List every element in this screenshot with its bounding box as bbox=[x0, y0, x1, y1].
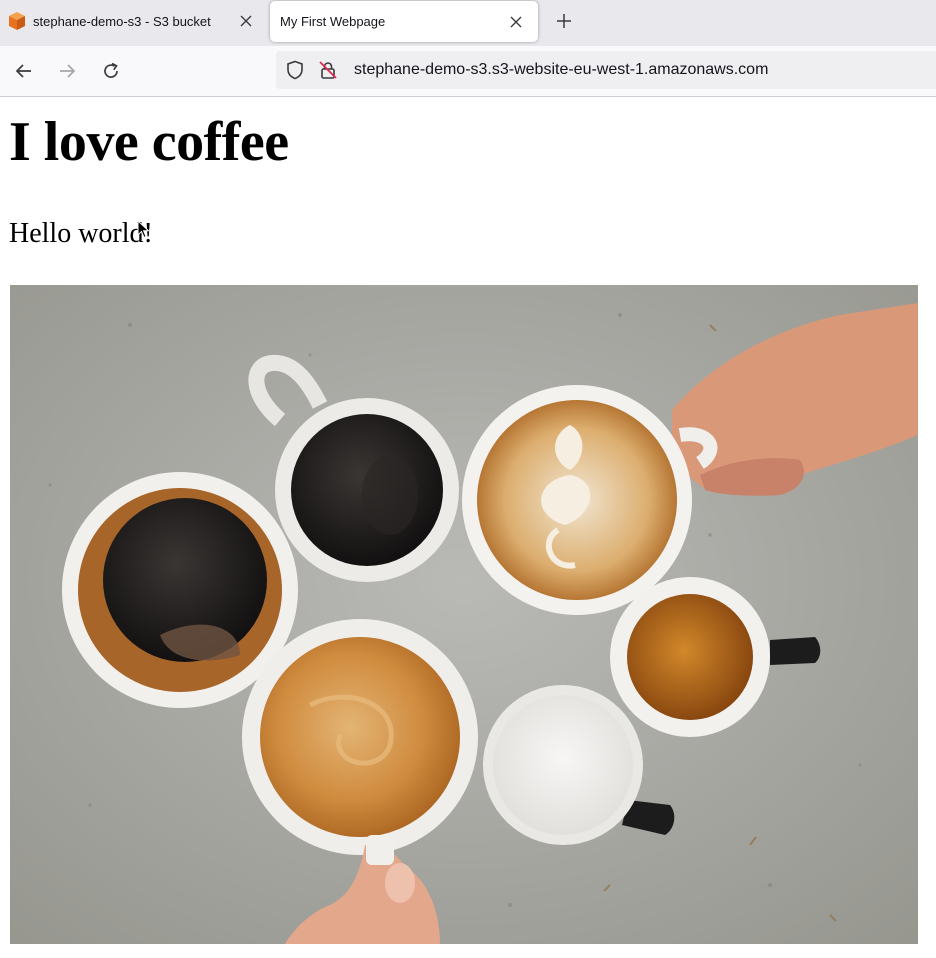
aws-s3-cube-icon bbox=[6, 10, 28, 32]
page-content: I love coffee Hello world! bbox=[0, 97, 936, 958]
navigation-toolbar: stephane-demo-s3.s3-website-eu-west-1.am… bbox=[0, 46, 936, 97]
tab-my-first-webpage[interactable]: My First Webpage bbox=[270, 1, 538, 42]
page-heading: I love coffee bbox=[9, 111, 289, 173]
page-paragraph: Hello world! bbox=[9, 218, 153, 249]
tab-s3-bucket[interactable]: stephane-demo-s3 - S3 bucket bbox=[0, 0, 268, 42]
tab-title: My First Webpage bbox=[280, 14, 386, 29]
url-text: stephane-demo-s3.s3-website-eu-west-1.am… bbox=[354, 61, 769, 78]
insecure-lock-icon[interactable] bbox=[316, 58, 340, 82]
close-tab-icon[interactable] bbox=[234, 9, 258, 33]
reload-icon[interactable] bbox=[97, 57, 125, 85]
back-arrow-icon[interactable] bbox=[10, 57, 38, 85]
coffee-cups-photo bbox=[10, 285, 918, 944]
url-bar[interactable]: stephane-demo-s3.s3-website-eu-west-1.am… bbox=[276, 51, 936, 89]
tab-bar: stephane-demo-s3 - S3 bucket My First We… bbox=[0, 0, 936, 46]
tab-title: stephane-demo-s3 - S3 bucket bbox=[33, 13, 211, 29]
new-tab-plus-icon[interactable] bbox=[550, 7, 578, 35]
tracking-shield-icon[interactable] bbox=[283, 58, 307, 82]
forward-arrow-icon[interactable] bbox=[53, 57, 81, 85]
close-tab-icon[interactable] bbox=[504, 10, 528, 34]
mouse-cursor-icon bbox=[137, 219, 151, 245]
